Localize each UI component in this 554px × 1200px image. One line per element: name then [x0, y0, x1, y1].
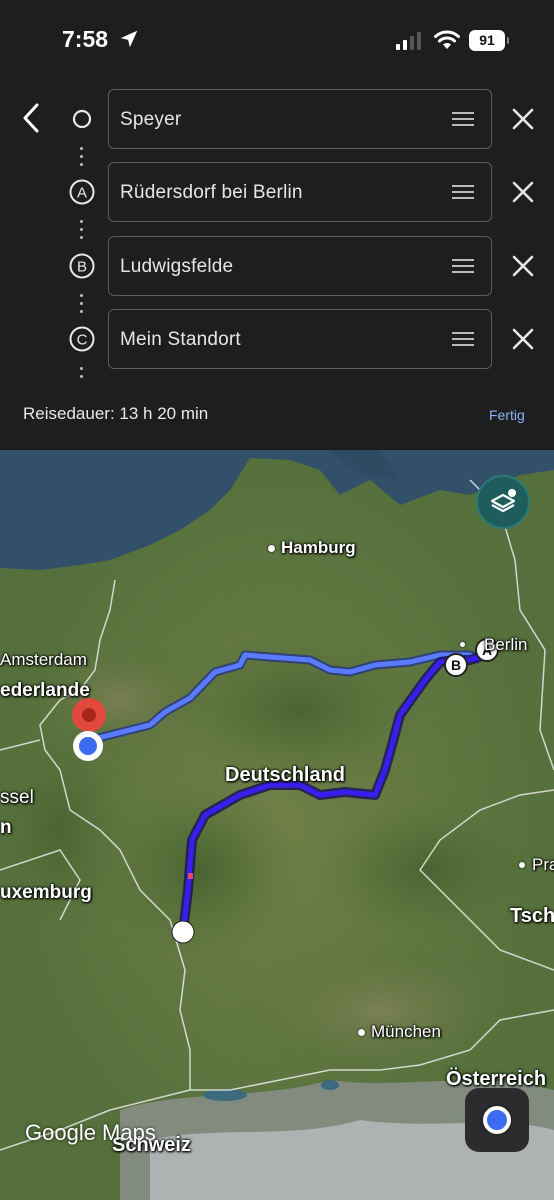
map-label-hamburg: Hamburg: [281, 538, 356, 557]
satellite-map[interactable]: B A Hamburg Berlin Amsterdam ederlande s…: [0, 450, 554, 1200]
stop-field-a[interactable]: Rüdersdorf bei Berlin: [108, 162, 492, 222]
drag-handle-icon[interactable]: [452, 332, 474, 346]
map-layers-button[interactable]: [476, 475, 530, 529]
map-label-niederlande: ederlande: [0, 680, 90, 701]
stop-marker-c-label: C: [77, 332, 88, 349]
stop-marker-b-label: B: [77, 259, 87, 276]
map-label-muenchen: München: [371, 1022, 441, 1041]
map-label-berlin: Berlin: [484, 635, 528, 654]
city-dot: [358, 1029, 365, 1036]
map-label-tschechien: Tsch: [510, 905, 554, 927]
map-label-deutschland: Deutschland: [225, 764, 346, 786]
location-arrow-icon: [120, 30, 138, 48]
layers-icon: [490, 489, 516, 513]
wifi-icon: [434, 30, 460, 49]
cellular-signal-icon: [396, 32, 421, 50]
stop-field-origin-value: Speyer: [120, 109, 182, 130]
done-button[interactable]: Fertig: [489, 407, 525, 423]
stop-field-a-value: Rüdersdorf bei Berlin: [120, 182, 303, 203]
map-label-prag: Pra: [532, 855, 554, 874]
stop-marker-c: C: [68, 325, 96, 353]
drag-handle-icon[interactable]: [452, 185, 474, 199]
stop-field-c-value: Mein Standort: [120, 329, 241, 350]
status-bar: 7:58 91: [0, 0, 554, 80]
connector-dots: [80, 220, 84, 244]
my-location-button[interactable]: [465, 1088, 529, 1152]
connector-dots: [80, 367, 84, 383]
city-dot: [519, 862, 525, 868]
drag-handle-icon[interactable]: [452, 259, 474, 273]
map-label-amsterdam: Amsterdam: [0, 650, 87, 669]
back-arrow-icon[interactable]: [18, 100, 44, 136]
city-dot: [460, 642, 465, 647]
stop-field-b[interactable]: Ludwigsfelde: [108, 236, 492, 296]
status-time: 7:58: [62, 26, 109, 52]
stop-marker-a: A: [68, 178, 96, 206]
stop-marker-a-label: A: [77, 185, 87, 202]
battery-indicator: 91: [469, 30, 509, 51]
map-label-brussel: ssel: [0, 787, 34, 808]
city-dot: [268, 545, 275, 552]
drag-handle-icon[interactable]: [452, 112, 474, 126]
map-label-luxemburg: uxemburg: [0, 882, 92, 903]
stop-field-origin[interactable]: Speyer: [108, 89, 492, 149]
my-location-icon: [483, 1106, 511, 1134]
origin-circle-icon: [72, 109, 92, 129]
map-label-fragment: n: [0, 817, 12, 838]
connector-dots: [80, 147, 84, 171]
stop-field-c[interactable]: Mein Standort: [108, 309, 492, 369]
google-maps-watermark: Google Maps: [25, 1120, 156, 1145]
directions-panel: 7:58 91 A B C Speyer Rüdersdorf bei Berl…: [0, 0, 554, 450]
remove-stop-a-close-icon[interactable]: [510, 179, 536, 205]
remove-stop-b-close-icon[interactable]: [510, 253, 536, 279]
remove-stop-c-close-icon[interactable]: [510, 326, 536, 352]
trip-duration: Reisedauer: 13 h 20 min: [23, 404, 209, 423]
stop-field-b-value: Ludwigsfelde: [120, 256, 234, 277]
stop-marker-b: B: [68, 252, 96, 280]
remove-stop-origin-close-icon[interactable]: [510, 106, 536, 132]
connector-dots: [80, 294, 84, 318]
route-marker-b[interactable]: B: [444, 653, 468, 677]
